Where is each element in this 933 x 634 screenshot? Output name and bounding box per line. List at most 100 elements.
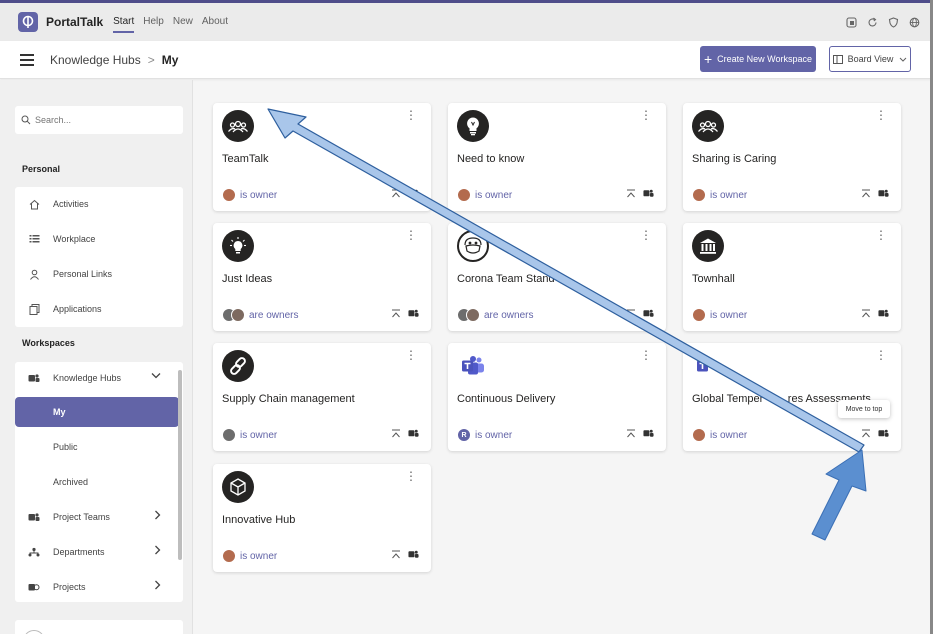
teams-icon[interactable] — [643, 308, 654, 319]
card-title: Sharing is Caring — [692, 153, 777, 165]
workspace-card-corona-team-stand[interactable]: ⋮ Corona Team Stand are owners — [448, 223, 666, 331]
move-to-top-icon[interactable] — [861, 309, 871, 319]
more-options-icon[interactable]: ⋮ — [405, 109, 417, 121]
nav-tab-new[interactable]: New — [173, 12, 193, 33]
teams-icon[interactable] — [878, 428, 889, 439]
workspace-card-teamtalk[interactable]: ⋮ TeamTalk is owner — [213, 103, 431, 211]
sidebar-scrollbar[interactable] — [178, 370, 182, 560]
chevron-down-icon — [900, 57, 907, 62]
personal-section-label: Personal — [22, 164, 61, 174]
more-options-icon[interactable]: ⋮ — [405, 470, 417, 482]
sidebar-item-label: Project Teams — [53, 512, 110, 522]
move-to-top-icon[interactable] — [391, 429, 401, 439]
move-to-top-icon[interactable] — [626, 189, 636, 199]
breadcrumb-parent[interactable]: Knowledge Hubs — [50, 53, 141, 67]
move-to-top-icon[interactable] — [391, 189, 401, 199]
more-options-icon[interactable]: ⋮ — [640, 109, 652, 121]
card-owner: is owner — [457, 188, 512, 202]
sidebar-item-activities[interactable]: Activities — [15, 189, 183, 219]
move-to-top-icon[interactable] — [391, 309, 401, 319]
teams-icon[interactable] — [408, 188, 419, 199]
chain-link-icon — [222, 350, 254, 382]
sidebar-item-workplace[interactable]: Workplace — [15, 224, 183, 254]
workspace-card-supply-chain-management[interactable]: ⋮ Supply Chain management is owner — [213, 343, 431, 451]
globe-icon[interactable] — [907, 15, 921, 29]
board-view-label: Board View — [847, 54, 894, 64]
workspace-card-continuous-delivery[interactable]: ⋮ Continuous Delivery Ris owner — [448, 343, 666, 451]
teams-icon[interactable] — [878, 188, 889, 199]
avatar — [692, 308, 706, 322]
avatar[interactable] — [23, 630, 45, 634]
move-to-top-icon[interactable] — [861, 429, 871, 439]
teams-icon[interactable] — [408, 549, 419, 560]
shield-icon[interactable] — [886, 15, 900, 29]
lightbulb-icon — [457, 110, 489, 142]
app-brand-name: PortalTalk — [46, 15, 104, 29]
create-workspace-button[interactable]: + Create New Workspace — [700, 46, 816, 72]
chevron-right-icon[interactable] — [154, 545, 161, 557]
move-to-top-icon[interactable] — [626, 429, 636, 439]
board-view-icon — [832, 54, 843, 64]
more-options-icon[interactable]: ⋮ — [640, 229, 652, 241]
owner-label: is owner — [240, 550, 278, 562]
sidebar-item-departments[interactable]: Departments — [15, 537, 183, 567]
top-utility-icons — [837, 15, 921, 29]
chevron-down-icon[interactable] — [151, 371, 161, 381]
more-options-icon[interactable]: ⋮ — [875, 109, 887, 121]
nav-tab-about[interactable]: About — [202, 12, 228, 33]
teams-icon[interactable] — [408, 308, 419, 319]
sidebar: Personal Activities Workplace Personal L… — [0, 80, 193, 634]
more-options-icon[interactable]: ⋮ — [405, 349, 417, 361]
sidebar-subitem-public[interactable]: Public — [15, 432, 183, 462]
owner-label: is owner — [475, 429, 513, 441]
card-owner: is owner — [222, 188, 277, 202]
workspace-card-global-temperatures-assessments[interactable]: ⋮ Global Temper res Assessments is owner — [683, 343, 901, 451]
nav-tab-start[interactable]: Start — [113, 12, 135, 33]
card-owner: is owner — [692, 428, 747, 442]
workspace-card-just-ideas[interactable]: ⋮ Just Ideas are owners — [213, 223, 431, 331]
more-options-icon[interactable]: ⋮ — [640, 349, 652, 361]
sidebar-item-personal-links[interactable]: Personal Links — [15, 259, 183, 289]
teams-icon[interactable] — [643, 428, 654, 439]
teams-icon[interactable] — [878, 308, 889, 319]
move-to-top-icon[interactable] — [626, 309, 636, 319]
owner-label: is owner — [710, 309, 748, 321]
portaltalk-logo-icon[interactable] — [18, 12, 38, 32]
more-options-icon[interactable]: ⋮ — [875, 229, 887, 241]
sidebar-item-applications[interactable]: Applications — [15, 294, 183, 324]
workspace-card-townhall[interactable]: ⋮ Townhall is owner — [683, 223, 901, 331]
card-title: TeamTalk — [222, 153, 269, 165]
teams-icon[interactable] — [408, 428, 419, 439]
app-topbar: PortalTalk Start Help New About — [0, 3, 933, 41]
board-view-dropdown[interactable]: Board View — [829, 46, 911, 72]
search-box[interactable] — [15, 106, 183, 134]
sidebar-item-label: My — [53, 407, 66, 417]
hamburger-menu-icon[interactable] — [20, 53, 34, 66]
card-owner: are owners — [457, 308, 533, 322]
refresh-icon[interactable] — [865, 15, 879, 29]
sidebar-item-project-teams[interactable]: Project Teams — [15, 502, 183, 532]
chevron-right-icon[interactable] — [154, 580, 161, 592]
owner-label: is owner — [710, 429, 748, 441]
workspace-card-need-to-know[interactable]: ⋮ Need to know is owner — [448, 103, 666, 211]
workspace-card-sharing-is-caring[interactable]: ⋮ Sharing is Caring is owner — [683, 103, 901, 211]
search-input[interactable] — [35, 115, 175, 125]
sidebar-item-knowledge-hubs[interactable]: Knowledge Hubs — [15, 363, 183, 393]
card-owner: are owners — [222, 308, 298, 322]
owner-label: is owner — [710, 189, 748, 201]
move-to-top-icon[interactable] — [861, 189, 871, 199]
sidebar-subitem-archived[interactable]: Archived — [15, 467, 183, 497]
sidebar-item-label: Applications — [53, 304, 102, 314]
sidebar-item-projects[interactable]: Projects — [15, 572, 183, 602]
popout-icon[interactable] — [844, 15, 858, 29]
cube-icon — [222, 471, 254, 503]
teams-icon[interactable] — [643, 188, 654, 199]
workspace-card-innovative-hub[interactable]: ⋮ Innovative Hub is owner — [213, 464, 431, 572]
more-options-icon[interactable]: ⋮ — [875, 349, 887, 361]
card-owner: Ris owner — [457, 428, 512, 442]
chevron-right-icon[interactable] — [154, 510, 161, 522]
sidebar-subitem-my[interactable]: My — [15, 397, 179, 427]
move-to-top-icon[interactable] — [391, 550, 401, 560]
nav-tab-help[interactable]: Help — [143, 12, 164, 33]
more-options-icon[interactable]: ⋮ — [405, 229, 417, 241]
